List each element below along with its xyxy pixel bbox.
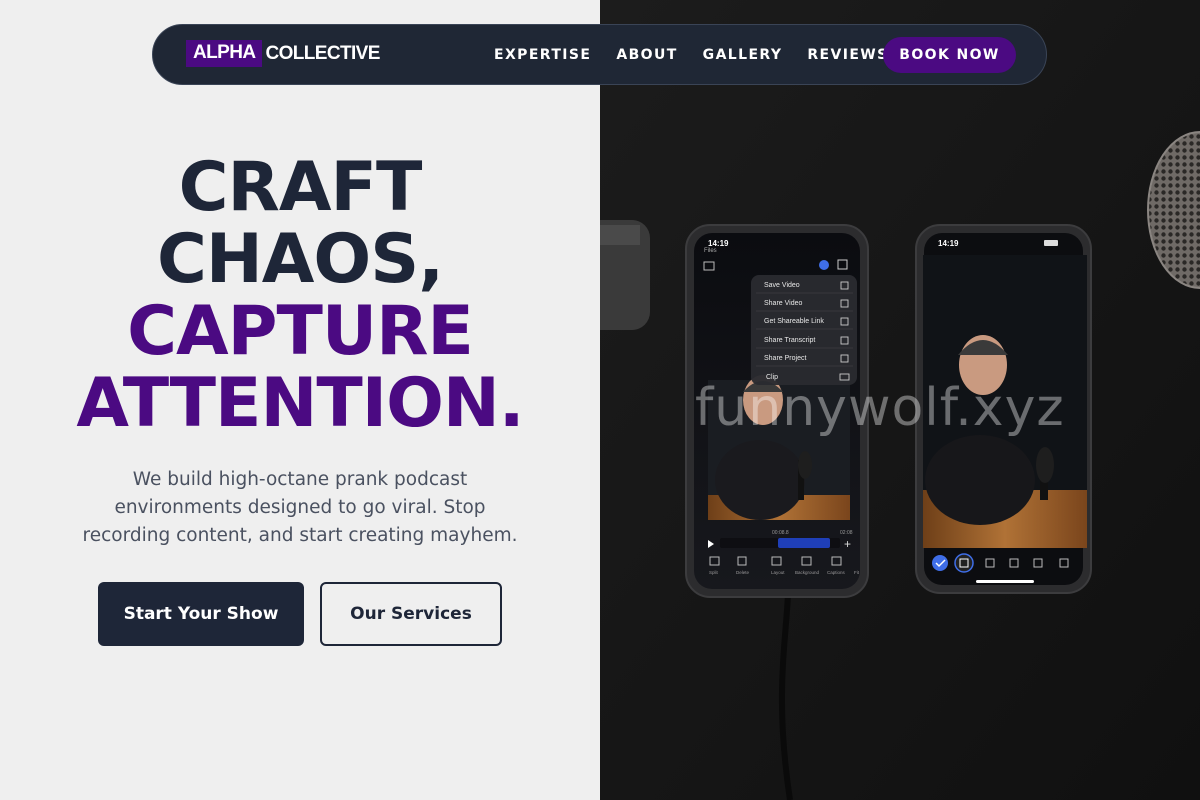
tool-layout: Layout bbox=[771, 570, 785, 575]
hero-title-line-4: ATTENTION. bbox=[76, 364, 524, 443]
mic-device-left bbox=[600, 220, 650, 330]
logo[interactable]: ALPHA COLLECTIVE bbox=[186, 40, 380, 67]
nav-links: EXPERTISE ABOUT GALLERY REVIEWS bbox=[494, 25, 889, 84]
book-now-button[interactable]: BOOK NOW bbox=[883, 37, 1016, 73]
nav-link-about[interactable]: ABOUT bbox=[616, 47, 677, 63]
menu-share-transcript: Share Transcript bbox=[764, 337, 815, 344]
phone-left-back: Files bbox=[704, 248, 717, 254]
phone-right-time: 14:19 bbox=[938, 239, 959, 248]
phone-right: 14:19 bbox=[915, 224, 1092, 594]
hero-title: CRAFT CHAOS, CAPTURE ATTENTION. bbox=[0, 152, 600, 440]
nav-link-expertise[interactable]: EXPERTISE bbox=[494, 47, 591, 63]
timeline-end: 02:08 bbox=[840, 530, 853, 536]
menu-share-video: Share Video bbox=[764, 300, 803, 307]
phone-left: 14:19 Files Save Video Share Video Get S… bbox=[685, 224, 869, 598]
tool-fit: Fit bbox=[854, 570, 860, 575]
add-clip-icon: + bbox=[844, 537, 851, 551]
timeline-start: 00:08.8 bbox=[772, 530, 789, 536]
menu-clip: Clip bbox=[766, 374, 778, 381]
phone-left-time: 14:19 bbox=[708, 239, 729, 248]
tool-split: Split bbox=[709, 570, 719, 575]
logo-wordmark: COLLECTIVE bbox=[265, 42, 380, 64]
hero-title-line-2: CHAOS, bbox=[156, 220, 444, 299]
hero-subtitle: We build high-octane prank podcast envir… bbox=[82, 469, 518, 546]
hero-title-line-1: CRAFT bbox=[178, 148, 423, 227]
podcast-phones-photo: 14:19 Files Save Video Share Video Get S… bbox=[600, 0, 1200, 800]
menu-share-project: Share Project bbox=[764, 355, 806, 362]
tool-delete: Delete bbox=[736, 570, 750, 575]
hero-photo: 14:19 Files Save Video Share Video Get S… bbox=[600, 0, 1200, 800]
menu-save-video: Save Video bbox=[764, 282, 800, 289]
hero-title-line-3: CAPTURE bbox=[127, 292, 474, 371]
nav-link-gallery[interactable]: GALLERY bbox=[703, 47, 783, 63]
menu-shareable-link: Get Shareable Link bbox=[764, 318, 824, 325]
nav-link-reviews[interactable]: REVIEWS bbox=[807, 47, 888, 63]
logo-mark: ALPHA bbox=[186, 40, 263, 67]
check-icon bbox=[932, 555, 948, 571]
navbar: ALPHA COLLECTIVE EXPERTISE ABOUT GALLERY… bbox=[152, 24, 1047, 85]
our-services-button[interactable]: Our Services bbox=[320, 582, 502, 646]
tool-captions: Captions bbox=[827, 570, 846, 575]
start-your-show-button[interactable]: Start Your Show bbox=[98, 582, 304, 646]
tool-background: Background bbox=[795, 570, 820, 575]
